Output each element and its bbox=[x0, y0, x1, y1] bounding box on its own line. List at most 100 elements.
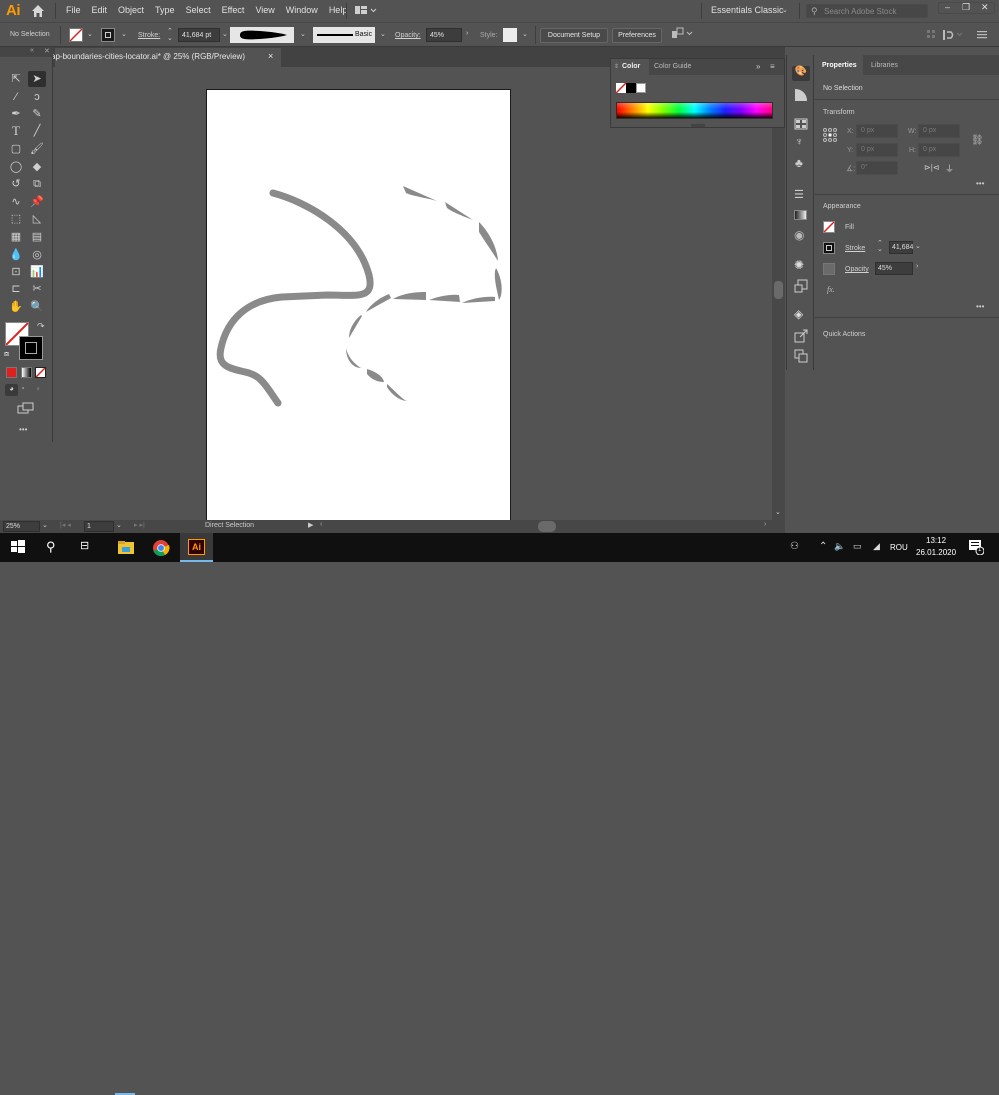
scroll-left-icon[interactable]: ‹ bbox=[320, 521, 322, 528]
close-icon[interactable]: ✕ bbox=[981, 2, 989, 13]
artboard[interactable] bbox=[206, 89, 511, 523]
first-artboard-icon[interactable]: |◂ ◂ bbox=[60, 521, 71, 529]
battery-icon[interactable]: ▭ bbox=[853, 541, 862, 552]
black-swatch[interactable] bbox=[626, 83, 636, 93]
menu-file[interactable]: File bbox=[66, 5, 81, 15]
artboard-number-input[interactable]: 1 bbox=[84, 521, 114, 532]
rectangle-tool-icon[interactable]: ▢ bbox=[7, 141, 25, 157]
workspace-switcher[interactable]: Essentials Classic bbox=[711, 5, 784, 15]
stroke-weight-input[interactable]: 41,684 bbox=[889, 241, 913, 254]
menu-type[interactable]: Type bbox=[155, 5, 175, 15]
search-icon[interactable]: ⚲ bbox=[46, 539, 64, 557]
appearance-panel-icon[interactable]: ✺ bbox=[794, 258, 804, 272]
stock-search-input[interactable]: ⚲ Search Adobe Stock bbox=[806, 4, 928, 18]
menu-edit[interactable]: Edit bbox=[92, 5, 108, 15]
menu-effect[interactable]: Effect bbox=[222, 5, 245, 15]
zoom-level-input[interactable]: 25% bbox=[3, 521, 40, 532]
gradient-mode-button[interactable] bbox=[21, 367, 32, 378]
menu-object[interactable]: Object bbox=[118, 5, 144, 15]
windows-start-icon[interactable] bbox=[10, 539, 28, 557]
change-screen-mode-icon[interactable] bbox=[17, 402, 35, 416]
menu-view[interactable]: View bbox=[255, 5, 274, 15]
tab-color-guide[interactable]: Color Guide bbox=[654, 63, 691, 70]
type-tool-icon[interactable]: T bbox=[7, 123, 25, 139]
shaper-tool-icon[interactable]: ◯ bbox=[7, 159, 25, 175]
puppet-warp-tool-icon[interactable]: 📌 bbox=[28, 194, 46, 210]
zoom-tool-icon[interactable]: 🔍 bbox=[28, 299, 46, 315]
opacity-input[interactable]: 45% bbox=[426, 28, 462, 42]
clock-time[interactable]: 13:12 bbox=[926, 536, 946, 545]
home-icon[interactable] bbox=[30, 3, 46, 19]
scroll-down-icon[interactable]: ⌄ bbox=[775, 508, 781, 516]
stroke-label[interactable]: Stroke bbox=[845, 245, 865, 252]
selection-tool-icon[interactable]: ⇱ bbox=[7, 71, 25, 87]
transparency-panel-icon[interactable]: ◉ bbox=[794, 228, 804, 242]
stroke-panel-icon[interactable]: ☰ bbox=[794, 188, 804, 201]
reference-point-icon[interactable] bbox=[822, 127, 838, 145]
artboard-dropdown-icon[interactable]: ⌄ bbox=[116, 521, 122, 529]
clock-date[interactable]: 26.01.2020 bbox=[916, 548, 956, 557]
menu-help[interactable]: Help bbox=[329, 5, 348, 15]
input-language[interactable]: ROU bbox=[890, 543, 908, 552]
lasso-tool-icon[interactable]: ↄ bbox=[28, 89, 46, 105]
appearance-more-button[interactable]: ••• bbox=[976, 302, 984, 311]
brush-dropdown-icon[interactable]: ⌄ bbox=[380, 30, 386, 38]
next-artboard-icon[interactable]: ▸ ▸| bbox=[134, 521, 145, 529]
document-setup-button[interactable]: Document Setup bbox=[540, 28, 608, 43]
perspective-grid-tool-icon[interactable]: ◺ bbox=[28, 211, 46, 227]
rotate-angle-input[interactable]: 0° bbox=[856, 161, 898, 175]
opacity-label[interactable]: Opacity bbox=[845, 266, 869, 273]
tab-libraries[interactable]: Libraries bbox=[871, 62, 898, 69]
asset-export-panel-icon[interactable] bbox=[794, 329, 808, 345]
brush-definition[interactable]: Basic bbox=[313, 27, 375, 43]
network-icon[interactable]: ◢ bbox=[873, 541, 880, 552]
illustrator-taskbar-button[interactable]: Ai bbox=[180, 533, 213, 562]
profile-dropdown-icon[interactable]: ⌄ bbox=[300, 30, 306, 38]
white-swatch[interactable] bbox=[636, 83, 646, 93]
swatches-panel-icon[interactable] bbox=[794, 118, 808, 132]
fx-effects-button[interactable]: fx. bbox=[827, 285, 835, 294]
opacity-label[interactable]: Opacity: bbox=[395, 32, 421, 39]
transform-more-button[interactable]: ••• bbox=[976, 179, 984, 188]
chevron-down-icon[interactable]: ⌄ bbox=[782, 6, 788, 14]
tools-panel-header[interactable]: « ✕ bbox=[0, 47, 53, 57]
default-fill-stroke-icon[interactable]: ⧈ bbox=[4, 349, 9, 359]
hand-tool-icon[interactable]: ✋ bbox=[7, 299, 25, 315]
column-graph-tool-icon[interactable]: 📊 bbox=[28, 264, 46, 280]
draw-inside-icon[interactable]: ◑ bbox=[35, 384, 40, 393]
stroke-stepper[interactable]: ⌃ ⌄ bbox=[167, 28, 173, 42]
vertical-scroll-thumb[interactable] bbox=[774, 281, 783, 299]
none-mode-button[interactable] bbox=[35, 367, 46, 378]
shape-builder-tool-icon[interactable]: ⬚ bbox=[7, 211, 25, 227]
zoom-dropdown-icon[interactable]: ⌄ bbox=[42, 521, 48, 529]
close-panel-icon[interactable]: ✕ bbox=[44, 47, 50, 55]
align-options-icon[interactable] bbox=[942, 28, 966, 44]
show-hidden-icons[interactable]: ⌃ bbox=[819, 541, 827, 552]
artboards-panel-icon[interactable] bbox=[794, 349, 808, 365]
color-mode-button[interactable] bbox=[6, 367, 17, 378]
layers-panel-icon[interactable]: ◈ bbox=[794, 307, 803, 321]
current-tool-status[interactable]: Direct Selection bbox=[205, 522, 254, 529]
tab-properties[interactable]: Properties bbox=[815, 55, 863, 75]
magic-wand-tool-icon[interactable]: ⁄ bbox=[7, 89, 25, 105]
warp-tool-icon[interactable]: ∿ bbox=[7, 194, 25, 210]
vertical-scrollbar[interactable]: ⌄ bbox=[772, 67, 785, 520]
line-tool-icon[interactable]: ╱ bbox=[28, 123, 46, 139]
blend-tool-icon[interactable]: ◎ bbox=[28, 247, 46, 263]
properties-panel-icon[interactable]: 🎨 bbox=[792, 66, 810, 81]
mesh-tool-icon[interactable]: ▦ bbox=[7, 229, 25, 245]
paintbrush-tool-icon[interactable]: 🖌 bbox=[28, 141, 46, 157]
color-spectrum[interactable] bbox=[616, 102, 773, 119]
constrain-proportions-icon[interactable]: ⛓ bbox=[971, 135, 984, 146]
appearance-stroke-swatch[interactable] bbox=[823, 242, 835, 254]
opacity-icon[interactable] bbox=[823, 263, 835, 275]
rotate-tool-icon[interactable]: ↺ bbox=[7, 176, 25, 192]
curvature-tool-icon[interactable]: ✎ bbox=[28, 106, 46, 122]
restore-icon[interactable]: ❐ bbox=[962, 2, 970, 13]
document-tab[interactable]: ap-boundaries-cities-locator.ai* @ 25% (… bbox=[51, 48, 281, 67]
stroke-weight-dropdown-icon[interactable]: ⌄ bbox=[222, 30, 228, 38]
brushes-panel-icon[interactable]: ♆ bbox=[795, 136, 803, 148]
symbol-sprayer-tool-icon[interactable]: ⊡ bbox=[7, 264, 25, 280]
file-explorer-icon[interactable] bbox=[117, 539, 135, 557]
pen-tool-icon[interactable]: ✒ bbox=[7, 106, 25, 122]
